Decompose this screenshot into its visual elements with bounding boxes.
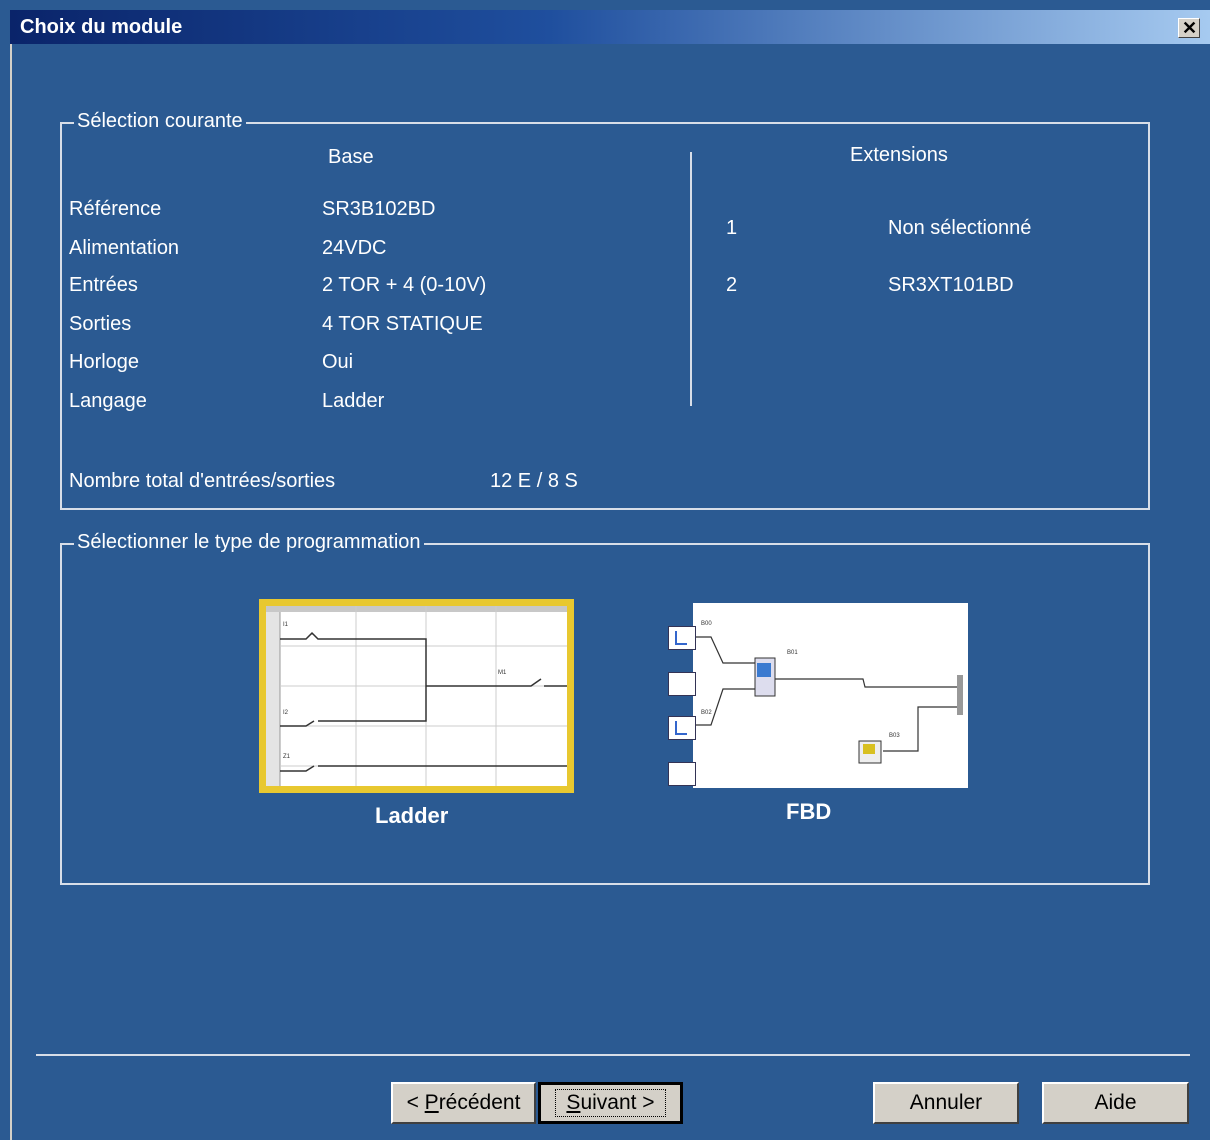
extension-1-value: Non sélectionné (888, 217, 1032, 239)
total-io-label: Nombre total d'entrées/sorties (69, 470, 336, 492)
outputs-value: 4 TOR STATIQUE (322, 313, 483, 335)
title-bar: Choix du module ✕ (10, 10, 1210, 44)
column-separator (690, 152, 692, 406)
fbd-input-block-4 (668, 762, 696, 786)
language-label: Langage (69, 390, 147, 412)
fbd-b02-label: B02 (701, 710, 712, 716)
inputs-value: 2 TOR + 4 (0-10V) (322, 274, 487, 296)
outputs-label: Sorties (69, 313, 132, 335)
reference-label: Référence (69, 198, 162, 220)
fbd-input-block-1 (668, 626, 696, 650)
fbd-label[interactable]: FBD (786, 799, 831, 825)
ladder-m1-label: M1 (498, 670, 507, 676)
fbd-option[interactable]: B00 B01 B02 B03 (693, 603, 968, 788)
reference-value: SR3B102BD (322, 198, 436, 220)
inputs-label: Entrées (69, 274, 138, 296)
previous-button[interactable]: < Précédent (391, 1082, 536, 1124)
window-title: Choix du module (20, 16, 183, 38)
fbd-input-block-2 (668, 672, 696, 696)
ladder-option[interactable]: M1 I1 I2 Z1 (259, 599, 574, 793)
fbd-b00-label: B00 (701, 621, 712, 627)
next-button-label: Suivant > (555, 1089, 666, 1117)
total-io-value: 12 E / 8 S (490, 470, 578, 492)
power-value: 24VDC (322, 237, 387, 259)
base-header: Base (328, 146, 374, 168)
current-selection-legend: Sélection courante (74, 110, 246, 133)
step-icon (675, 631, 687, 645)
cancel-button[interactable]: Annuler (873, 1082, 1019, 1124)
fbd-input-block-3 (668, 716, 696, 740)
fbd-b03-label: B03 (889, 733, 900, 739)
step-icon (675, 721, 687, 735)
clock-label: Horloge (69, 351, 140, 373)
language-value: Ladder (322, 390, 385, 412)
ladder-diagram-icon: M1 I1 I2 Z1 (266, 606, 567, 786)
clock-value: Oui (322, 351, 354, 373)
extension-2-value: SR3XT101BD (888, 274, 1014, 296)
close-button[interactable]: ✕ (1178, 18, 1200, 38)
previous-button-label: < Précédent (406, 1091, 521, 1114)
extensions-header: Extensions (850, 144, 948, 166)
extension-2-index: 2 (726, 274, 738, 296)
help-button[interactable]: Aide (1042, 1082, 1189, 1124)
fbd-b01-label: B01 (787, 650, 798, 656)
bottom-separator (36, 1054, 1190, 1056)
power-label: Alimentation (69, 237, 180, 259)
next-button[interactable]: Suivant > (538, 1082, 683, 1124)
ladder-i1-label: I1 (283, 622, 289, 628)
window-border (10, 44, 12, 1140)
current-selection-group: Sélection courante Base Extensions Référ… (60, 110, 1150, 510)
close-icon: ✕ (1182, 18, 1198, 38)
programming-type-group: Sélectionner le type de programmation (60, 531, 1150, 885)
extension-1-index: 1 (726, 217, 738, 239)
ladder-i2-label: I2 (283, 710, 289, 716)
ladder-z1-label: Z1 (283, 754, 291, 760)
programming-type-legend: Sélectionner le type de programmation (74, 531, 424, 554)
ladder-label[interactable]: Ladder (375, 803, 448, 829)
fbd-diagram-icon: B00 B01 B02 B03 (693, 621, 963, 764)
